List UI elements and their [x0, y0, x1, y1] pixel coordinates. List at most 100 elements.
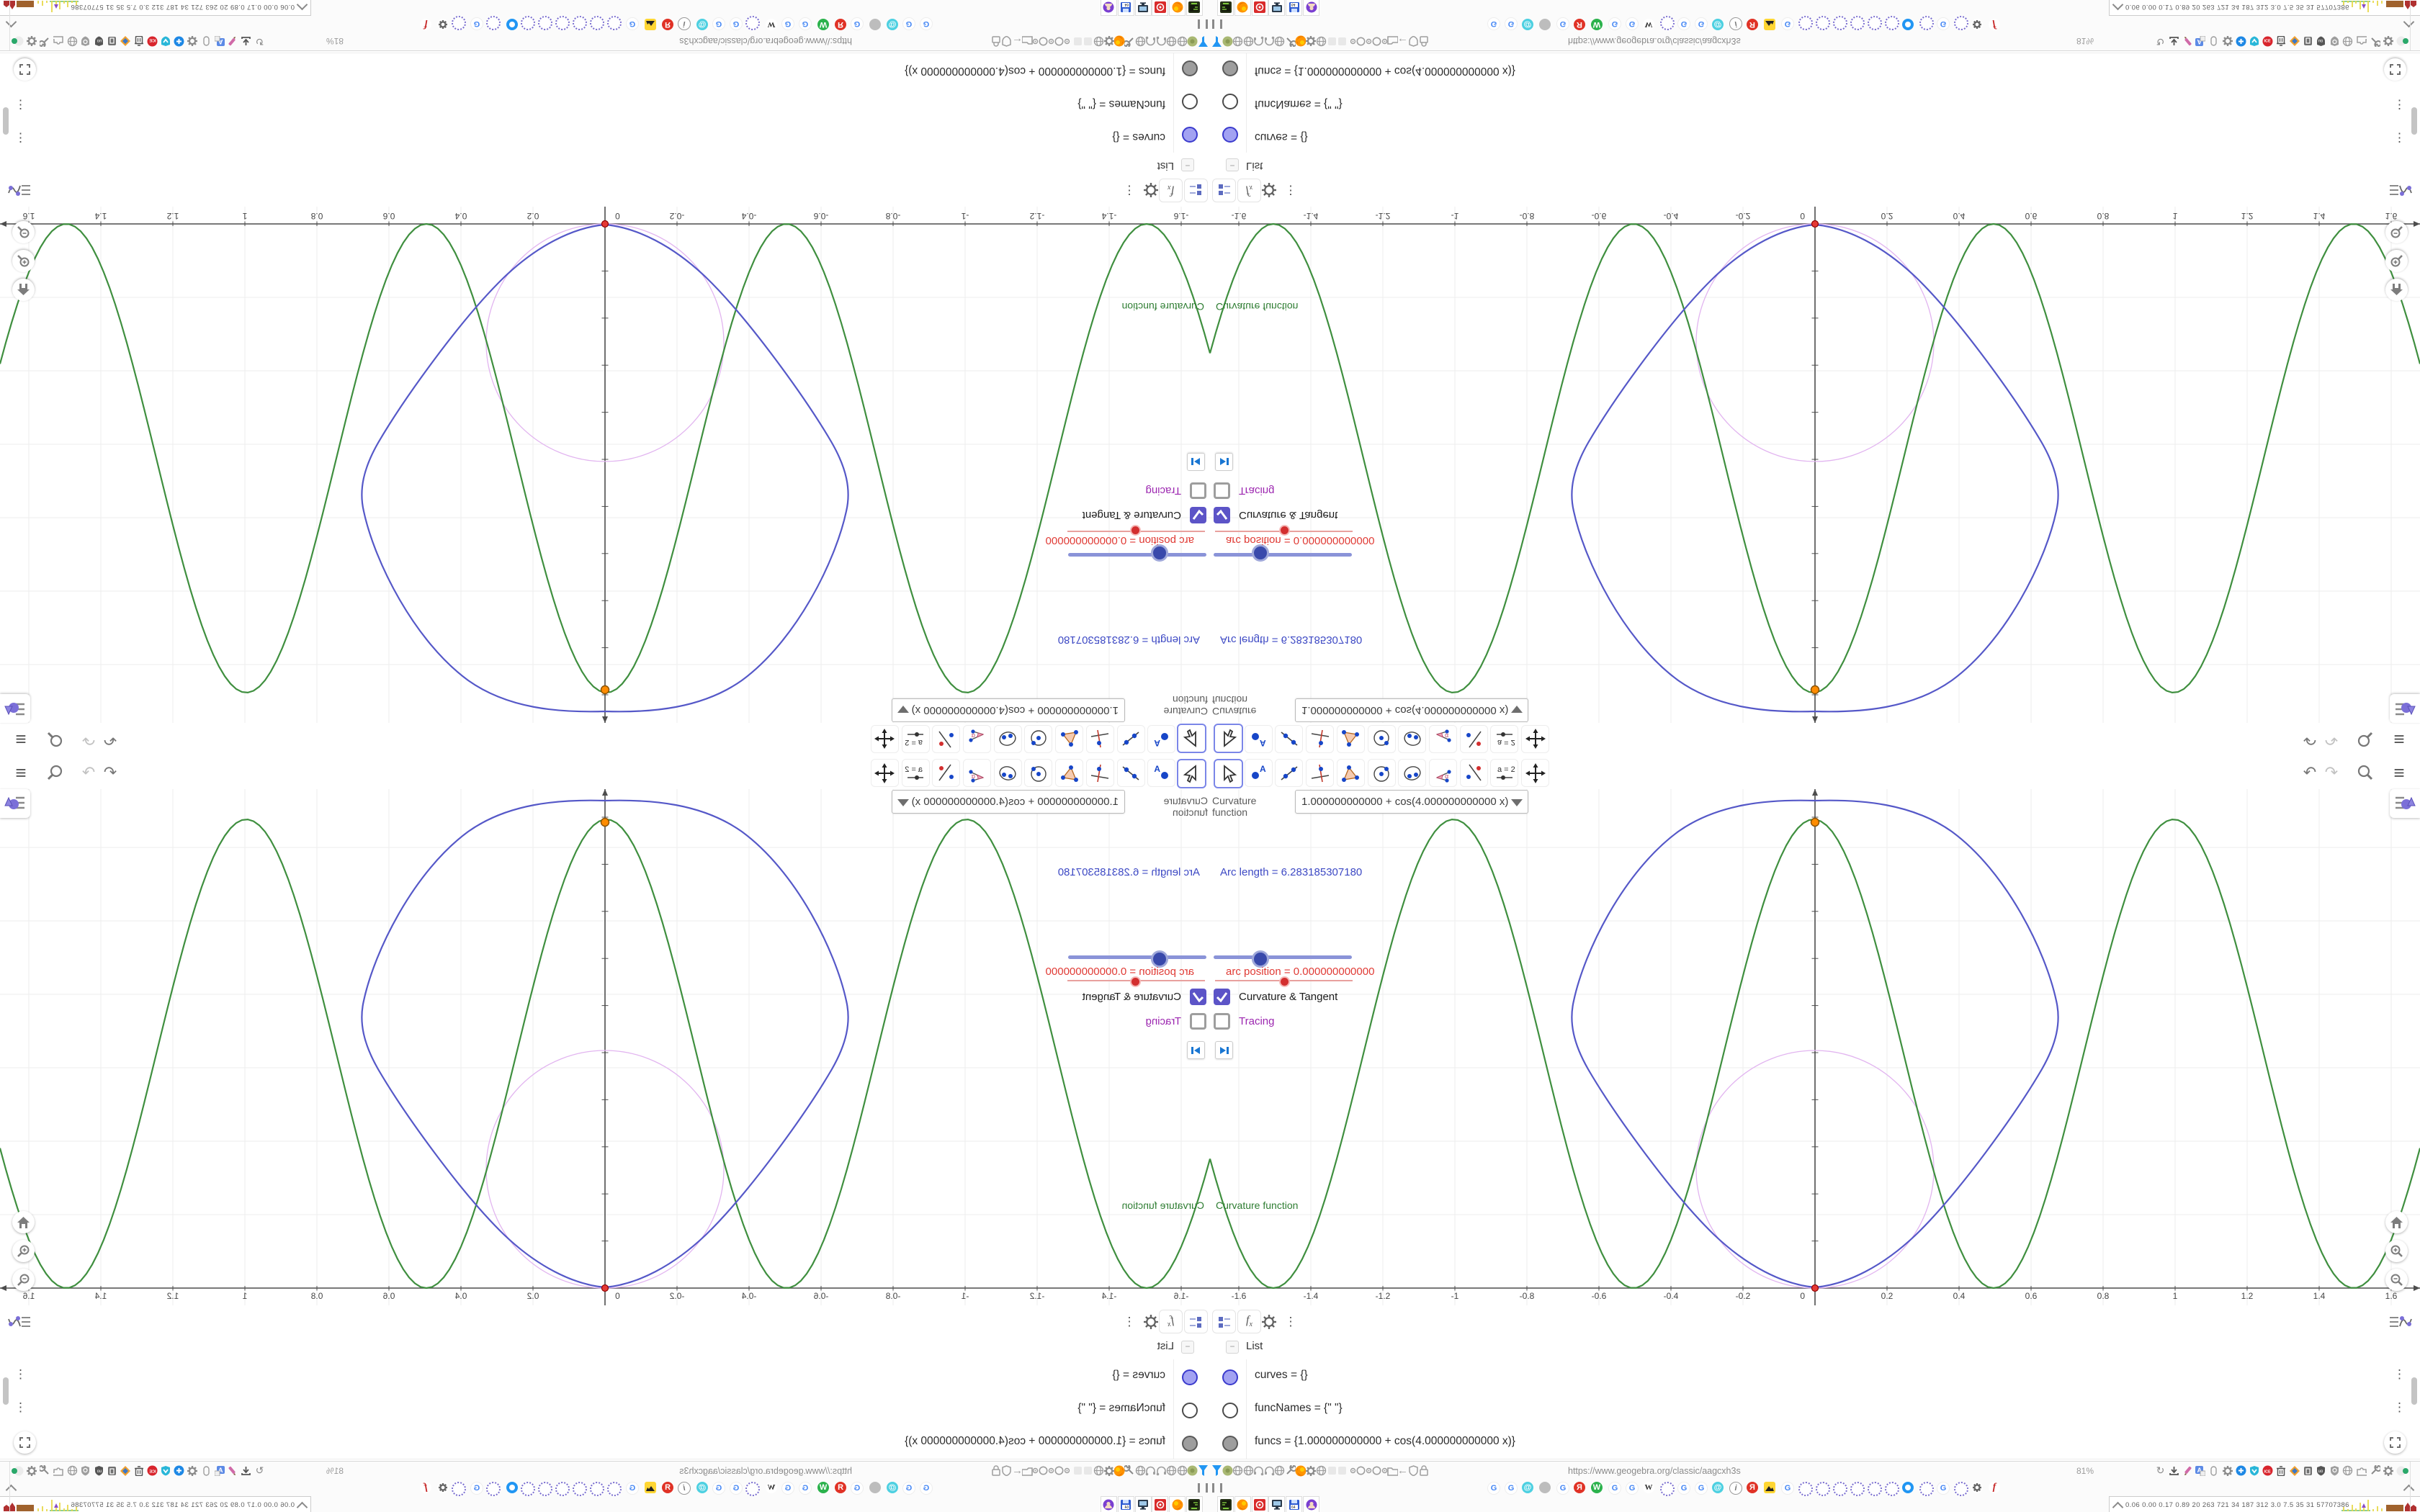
arc-length-slider[interactable] — [1068, 950, 1206, 968]
list-header[interactable]: − List — [1210, 152, 2420, 174]
tab-favicon-gg[interactable] — [538, 16, 552, 30]
tab-favicon-gearD[interactable] — [437, 19, 449, 30]
graphics-style-button[interactable] — [0, 694, 30, 723]
gear-icon[interactable] — [1142, 1313, 1160, 1331]
kebab-menu-icon[interactable]: ⋮ — [1282, 181, 1299, 199]
tab-favicon-G[interactable]: G — [920, 1482, 933, 1495]
tab-favicon-gg[interactable] — [452, 16, 466, 30]
ghost-icon[interactable] — [1083, 1465, 1094, 1476]
curve-text-label[interactable]: Curvature function — [1122, 1200, 1204, 1211]
headset-icon[interactable] — [1253, 1465, 1264, 1476]
gear-icon[interactable] — [1306, 36, 1317, 47]
visibility-toggle[interactable] — [1222, 94, 1238, 109]
visibility-toggle[interactable] — [1182, 1403, 1198, 1418]
monitor-app-icon[interactable] — [1134, 0, 1152, 16]
tab-favicon-info[interactable]: i — [678, 1482, 691, 1495]
visibility-toggle[interactable] — [1222, 127, 1238, 143]
globe-icon[interactable] — [1274, 1465, 1285, 1476]
graphics-style-button[interactable] — [2390, 789, 2420, 818]
tab-favicon-wd[interactable]: W — [1643, 19, 1654, 30]
diamond-icon[interactable] — [120, 36, 131, 47]
tab-favicon-gg[interactable] — [1833, 16, 1847, 30]
tab-favicon-G[interactable]: G — [1677, 1482, 1690, 1495]
headset-icon[interactable] — [1156, 36, 1167, 47]
tab-favicon-gg[interactable] — [607, 1482, 622, 1496]
move-tool-button[interactable] — [1214, 724, 1243, 753]
home-button[interactable] — [12, 279, 35, 301]
pencil-icon[interactable] — [228, 36, 238, 47]
floppy-app-icon[interactable]: 64 — [1117, 1496, 1134, 1512]
scrollbar-thumb[interactable] — [2411, 107, 2417, 135]
avatar-app-icon[interactable] — [1101, 0, 1117, 16]
folder-icon[interactable] — [1022, 36, 1034, 47]
shield-gray-icon[interactable] — [80, 1465, 91, 1476]
tab-favicon-G[interactable]: G — [712, 1482, 725, 1495]
tab-favicon-dot[interactable] — [1539, 19, 1551, 30]
download-icon[interactable] — [241, 36, 251, 47]
headset-icon[interactable] — [1156, 1465, 1167, 1476]
arc-position-slider-thumb[interactable] — [1279, 976, 1290, 987]
tab-favicon-gg[interactable] — [1919, 16, 1934, 30]
wrench-icon[interactable] — [2370, 1465, 2380, 1476]
zoom-out-button[interactable] — [12, 221, 35, 243]
list-header[interactable]: − List — [0, 152, 1210, 174]
ghost-icon[interactable] — [1083, 36, 1094, 47]
red-circle-icon[interactable]: ICE — [2262, 1465, 2273, 1476]
gear-icon[interactable] — [27, 36, 37, 47]
firefox-app-icon[interactable] — [1169, 0, 1186, 16]
tab-favicon-G[interactable]: G — [730, 17, 743, 30]
curve-text-label[interactable]: Curvature function — [1216, 1200, 1298, 1211]
shield-icon[interactable] — [1002, 36, 1013, 47]
chevron-up-icon[interactable] — [296, 0, 308, 11]
back-arrow-icon[interactable]: ← — [1012, 35, 1023, 48]
redo-icon[interactable]: ↷ — [79, 762, 99, 783]
ellipse-tool-button[interactable] — [993, 759, 1022, 787]
curvature-tangent-checkbox[interactable] — [1214, 507, 1230, 523]
shield-gray-icon[interactable] — [2329, 1465, 2340, 1476]
tracing-checkbox[interactable] — [1214, 1013, 1230, 1030]
home-button[interactable] — [12, 1211, 35, 1233]
tab-favicon-fRed[interactable]: f — [1989, 1482, 2000, 1493]
perpendicular-tool-button[interactable] — [1085, 725, 1114, 753]
search-icon[interactable] — [45, 729, 65, 750]
monitor-app-icon[interactable] — [1134, 1496, 1152, 1512]
headset-icon[interactable] — [1146, 1465, 1157, 1476]
redo-icon[interactable]: ↷ — [79, 729, 99, 750]
globe-icon[interactable] — [1243, 1465, 1254, 1476]
monitor-app-icon[interactable] — [1268, 1496, 1286, 1512]
chevron-up-icon[interactable] — [2403, 1484, 2415, 1496]
tab-favicon-G[interactable]: G — [1626, 1482, 1639, 1495]
funnel-icon[interactable] — [1211, 1464, 1222, 1476]
reflect-tool-button[interactable] — [932, 759, 961, 787]
plus-circle-icon[interactable] — [174, 36, 184, 47]
perpendicular-tool-button[interactable] — [1306, 759, 1335, 787]
fullscreen-button[interactable] — [14, 58, 36, 81]
slider-tool-button[interactable]: a = 2 — [1490, 759, 1519, 787]
trash-icon[interactable] — [2275, 36, 2286, 47]
red-gear-app-icon[interactable] — [1251, 1496, 1268, 1512]
tab-favicon-ya[interactable]: Я — [1747, 19, 1758, 30]
arc-position-slider[interactable] — [1067, 976, 1205, 987]
tab-favicon-gg[interactable] — [486, 16, 501, 30]
mouse-icon[interactable] — [2208, 36, 2219, 47]
tab-favicon-gg[interactable] — [452, 1482, 466, 1496]
diamond-icon[interactable] — [2289, 1465, 2300, 1476]
list-style-icon[interactable] — [1184, 179, 1208, 202]
tab-favicon-sw[interactable]: @ — [696, 19, 708, 30]
trash-icon[interactable] — [134, 1465, 145, 1476]
tab-favicon-img[interactable] — [645, 1482, 656, 1493]
algebra-row[interactable]: curves = {} ⋮ — [1210, 1359, 2420, 1393]
reload-icon[interactable]: ↻ — [2155, 36, 2166, 48]
zoom-out-button[interactable] — [2385, 1269, 2408, 1291]
move-view-tool-button[interactable] — [1521, 759, 1549, 787]
tab-favicon-G[interactable]: G — [1937, 17, 1950, 30]
tab-favicon-wd[interactable]: W — [766, 1482, 777, 1493]
lock-icon[interactable] — [991, 36, 1002, 47]
menu-icon[interactable]: ≡ — [2389, 762, 2409, 783]
arc-position-slider-thumb[interactable] — [1279, 525, 1290, 536]
tab-favicon-sw[interactable]: @ — [1522, 19, 1533, 30]
ghost-icon[interactable] — [1327, 36, 1337, 47]
lock-icon[interactable] — [1418, 1465, 1429, 1476]
circle-tool-button[interactable] — [1367, 759, 1396, 787]
zoom-out-button[interactable] — [12, 1269, 35, 1291]
